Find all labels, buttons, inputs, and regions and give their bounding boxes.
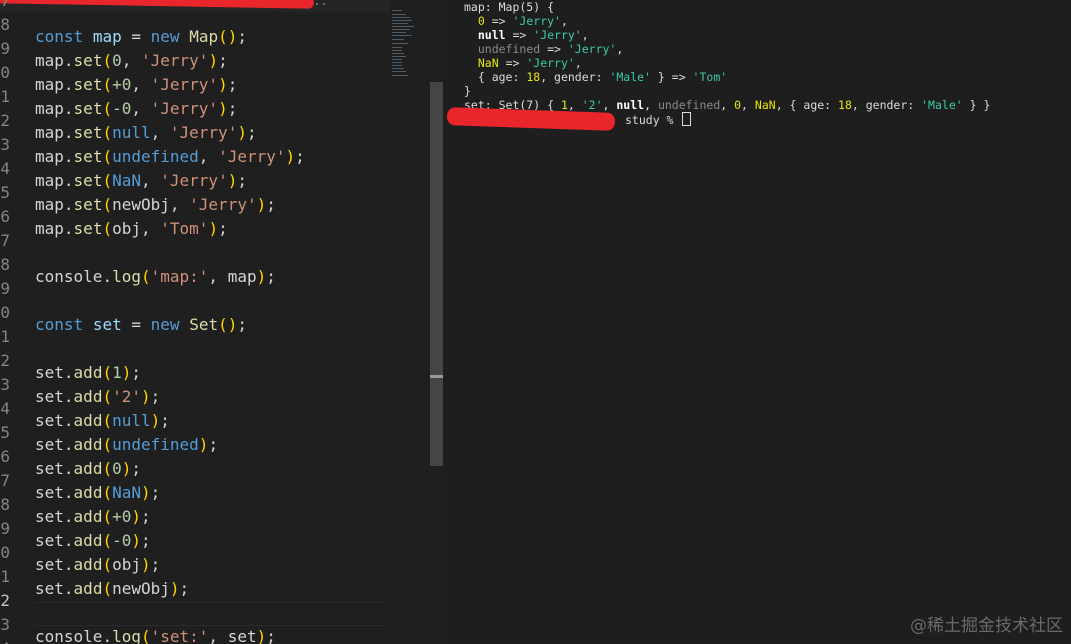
code-line[interactable]: set.add(0); [35, 457, 141, 481]
line-number: 2 [0, 111, 10, 130]
code-line[interactable]: map.set(+0, 'Jerry'); [35, 73, 237, 97]
terminal-line: null => 'Jerry', [477, 28, 589, 42]
line-number: 0 [0, 303, 10, 322]
line-number: 4 [0, 399, 10, 418]
terminal-line: 0 => 'Jerry', [477, 14, 568, 28]
code-line[interactable]: map.set(newObj, 'Jerry'); [35, 193, 276, 217]
line-number: 6 [0, 447, 10, 466]
code-line[interactable]: set.add(newObj); [35, 577, 189, 601]
line-number: 8 [0, 15, 10, 34]
code-line[interactable]: map.set(NaN, 'Jerry'); [35, 169, 247, 193]
line-number: 7 [0, 471, 10, 490]
code-line[interactable]: const set = new Set(); [35, 313, 247, 337]
line-number: 5 [0, 183, 10, 202]
line-number: 3 [0, 135, 10, 154]
code-line[interactable]: map.set(0, 'Jerry'); [35, 49, 228, 73]
line-number: 7 [0, 231, 10, 250]
code-line[interactable]: set.add(1); [35, 361, 141, 385]
terminal-panel[interactable]: map: Map(5) { 0 => 'Jerry', null => 'Jer… [443, 0, 1071, 644]
line-number: 1 [0, 327, 10, 346]
code-line[interactable]: set.add(null); [35, 409, 170, 433]
code-line[interactable]: const map = new Map(); [35, 25, 247, 49]
editor-scrollbar-thumb[interactable] [430, 82, 443, 466]
code-line[interactable]: set.add(obj); [35, 553, 160, 577]
line-number: 6 [0, 207, 10, 226]
code-line[interactable]: map.set(-0, 'Jerry'); [35, 97, 237, 121]
terminal-cursor [682, 112, 692, 126]
code-line[interactable]: map.set(undefined, 'Jerry'); [35, 145, 305, 169]
line-number: 2 [0, 351, 10, 370]
line-number: 8 [0, 495, 10, 514]
code-line[interactable]: map.set(obj, 'Tom'); [35, 217, 228, 241]
code-line[interactable]: map.set(null, 'Jerry'); [35, 121, 257, 145]
line-number: 1 [0, 87, 10, 106]
terminal-line: } [464, 84, 471, 98]
code-line[interactable]: set.add(+0); [35, 505, 151, 529]
line-number: 0 [0, 63, 10, 82]
line-number-gutter: 7 8 9 0 1 2 3 4 5 6 7 8 9 0 1 2 3 4 5 6 7 8 9 0 1 2 3 4 [0, 0, 24, 644]
code-line[interactable]: set.add('2'); [35, 385, 160, 409]
code-editor[interactable]: js > ... 7890123456789012345678901234 co… [0, 0, 443, 644]
code-content[interactable]: const map = new Map(); map.set(0, 'Jerry… [35, 0, 395, 644]
code-line[interactable]: console.log('map:', map); [35, 265, 276, 289]
code-line[interactable]: set.add(-0); [35, 529, 151, 553]
line-number: 8 [0, 255, 10, 274]
line-number: 0 [0, 543, 10, 562]
code-line[interactable]: console.log('set:', set); [35, 625, 276, 644]
terminal-line: map: Map(5) { [464, 0, 555, 14]
line-number: 3 [0, 375, 10, 394]
line-number: 2 [0, 591, 10, 610]
watermark: @稀土掘金技术社区 [910, 616, 1063, 636]
line-number: 4 [0, 637, 10, 644]
line-number: 3 [0, 615, 10, 634]
line-number: 9 [0, 519, 10, 538]
line-number: 4 [0, 159, 10, 178]
minimap[interactable] [390, 8, 428, 78]
line-number: 9 [0, 39, 10, 58]
terminal-line: NaN => 'Jerry', [477, 56, 582, 70]
line-number: 1 [0, 567, 10, 586]
terminal-line: undefined => 'Jerry', [477, 42, 624, 56]
line-number: 9 [0, 279, 10, 298]
line-number: 5 [0, 423, 10, 442]
terminal-line: { age: 18, gender: 'Male' } => 'Tom' [477, 70, 728, 84]
scrollbar-cursor-marker [430, 375, 443, 378]
terminal-prompt[interactable]: study % [625, 112, 692, 127]
code-line[interactable]: set.add(NaN); [35, 481, 160, 505]
line-number: 7 [0, 0, 10, 10]
code-line[interactable]: set.add(undefined); [35, 433, 218, 457]
